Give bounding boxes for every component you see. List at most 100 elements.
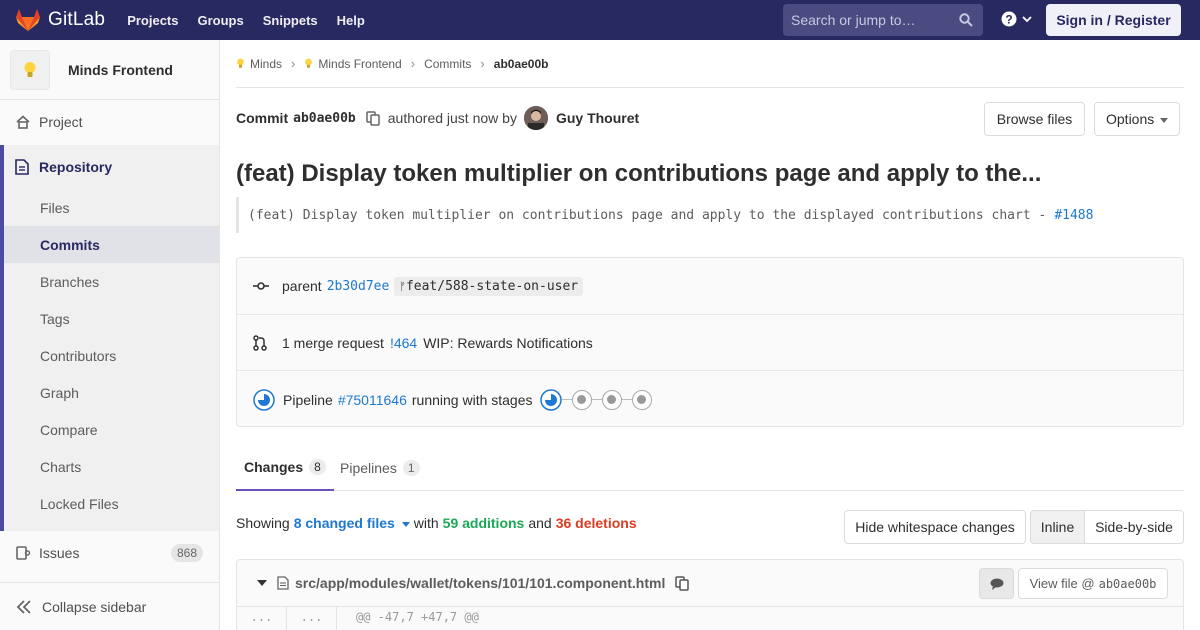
commit-sha: ab0ae00b xyxy=(293,110,356,126)
sidebar-item-charts[interactable]: Charts xyxy=(4,448,219,485)
merge-request-title: WIP: Rewards Notifications xyxy=(423,334,593,351)
stage-running-icon[interactable] xyxy=(539,388,562,411)
nav-snippets[interactable]: Snippets xyxy=(263,13,318,28)
sidebar: Minds Frontend Project Repository Files … xyxy=(0,40,220,630)
chevron-down-icon xyxy=(1022,16,1032,23)
caret-down-icon[interactable] xyxy=(257,580,267,586)
issue-link[interactable]: #1488 xyxy=(1054,208,1093,223)
project-avatar xyxy=(10,49,50,90)
pipeline-row: Pipeline #75011646 running with stages xyxy=(237,371,1183,428)
avatar[interactable] xyxy=(523,106,548,130)
comment-icon xyxy=(990,578,1003,590)
changed-files-dropdown[interactable]: 8 changed files xyxy=(294,515,410,531)
view-file-label: View file @ xyxy=(1029,576,1095,591)
document-icon xyxy=(15,159,29,175)
copy-icon[interactable] xyxy=(366,110,380,126)
question-icon: ? xyxy=(1001,11,1017,27)
tanuki-icon xyxy=(16,9,40,31)
side-by-side-button[interactable]: Side-by-side xyxy=(1084,510,1184,544)
lightbulb-icon xyxy=(24,61,36,77)
showing-text: Showing xyxy=(236,515,290,531)
svg-text:?: ? xyxy=(1005,13,1012,27)
options-label: Options xyxy=(1106,111,1155,127)
inline-view-button[interactable]: Inline xyxy=(1030,510,1085,544)
parent-label: parent xyxy=(282,278,322,294)
breadcrumb-current[interactable]: ab0ae00b xyxy=(494,57,549,71)
issues-icon xyxy=(16,546,31,560)
sign-in-button[interactable]: Sign in / Register xyxy=(1046,4,1181,36)
sidebar-item-files[interactable]: Files xyxy=(4,189,219,226)
options-dropdown[interactable]: Options xyxy=(1094,102,1180,136)
sidebar-item-issues[interactable]: Issues 868 xyxy=(0,531,219,575)
collapse-sidebar-button[interactable]: Collapse sidebar xyxy=(0,582,219,630)
brand-name: GitLab xyxy=(48,9,106,30)
nav-links: Projects Groups Snippets Help xyxy=(127,13,384,28)
sidebar-item-compare[interactable]: Compare xyxy=(4,411,219,448)
main-content: Minds › Minds Frontend › Commits › ab0ae… xyxy=(236,40,1184,630)
branch-tag[interactable]: ᚠfeat/588-state-on-user xyxy=(394,276,584,296)
tab-pipelines[interactable]: Pipelines 1 xyxy=(340,445,420,491)
tab-count: 8 xyxy=(309,459,326,475)
merge-request-icon xyxy=(253,334,267,351)
tab-label: Pipelines xyxy=(340,460,397,476)
search-box[interactable] xyxy=(783,4,983,36)
sidebar-item-repository[interactable]: Repository xyxy=(4,145,219,189)
breadcrumb-separator: › xyxy=(410,56,416,71)
search-input[interactable] xyxy=(791,12,951,28)
with-text: with xyxy=(413,515,439,531)
diff-hunk-line: ... ... @@ -47,7 +47,7 @@ xyxy=(236,607,1184,630)
help-dropdown[interactable]: ? xyxy=(1001,11,1033,27)
breadcrumb-separator: › xyxy=(291,56,296,71)
merge-request-link[interactable]: !464 xyxy=(390,335,417,351)
parent-row: parent 2b30d7ee ᚠfeat/588-state-on-user xyxy=(237,258,1183,315)
tab-changes[interactable]: Changes 8 xyxy=(236,445,334,491)
nav-projects[interactable]: Projects xyxy=(127,13,178,28)
sidebar-item-branches[interactable]: Branches xyxy=(4,263,219,300)
browse-files-button[interactable]: Browse files xyxy=(984,102,1085,136)
sidebar-item-contributors[interactable]: Contributors xyxy=(4,337,219,374)
pipeline-label: Pipeline xyxy=(283,391,333,408)
copy-icon[interactable] xyxy=(675,575,690,591)
description-text: (feat) Display token multiplier on contr… xyxy=(248,207,1047,223)
comment-toggle-button[interactable] xyxy=(979,568,1014,599)
commit-title: (feat) Display token multiplier on contr… xyxy=(236,160,1042,187)
breadcrumb-minds[interactable]: Minds xyxy=(250,57,282,71)
breadcrumb-minds-frontend[interactable]: Minds Frontend xyxy=(318,57,401,71)
stage-pending-icon[interactable] xyxy=(571,389,592,410)
sidebar-item-locked-files[interactable]: Locked Files xyxy=(4,485,219,522)
view-file-button[interactable]: View file @ ab0ae00b xyxy=(1018,568,1168,599)
home-icon xyxy=(16,115,30,129)
hunk-header: @@ -47,7 +47,7 @@ xyxy=(356,610,479,624)
gitlab-logo[interactable]: GitLab xyxy=(16,0,105,40)
parent-sha-link[interactable]: 2b30d7ee xyxy=(327,279,390,294)
sidebar-item-commits[interactable]: Commits xyxy=(4,226,219,263)
file-path[interactable]: src/app/modules/wallet/tokens/101/101.co… xyxy=(295,575,665,591)
nav-help[interactable]: Help xyxy=(337,13,365,28)
stage-pending-icon[interactable] xyxy=(631,389,652,410)
new-line-number[interactable]: ... xyxy=(287,607,337,630)
pipeline-status: running with stages xyxy=(411,391,533,408)
branch-name: feat/588-state-on-user xyxy=(405,278,579,294)
hide-whitespace-button[interactable]: Hide whitespace changes xyxy=(844,510,1026,544)
breadcrumb-separator: › xyxy=(480,56,485,71)
sidebar-item-graph[interactable]: Graph xyxy=(4,374,219,411)
collapse-label: Collapse sidebar xyxy=(42,598,147,615)
commit-icon xyxy=(253,282,269,290)
sidebar-item-project[interactable]: Project xyxy=(0,100,219,144)
stage-pending-icon[interactable] xyxy=(601,389,622,410)
project-header[interactable]: Minds Frontend xyxy=(0,40,219,100)
sidebar-item-tags[interactable]: Tags xyxy=(4,300,219,337)
stage-connector xyxy=(561,399,572,400)
pipeline-running-icon[interactable] xyxy=(253,388,275,411)
stage-connector xyxy=(621,399,632,400)
pipeline-link[interactable]: #75011646 xyxy=(338,392,407,408)
sidebar-item-label: Project xyxy=(39,114,83,130)
lightbulb-icon xyxy=(237,58,244,68)
nav-groups[interactable]: Groups xyxy=(198,13,244,28)
breadcrumb-commits[interactable]: Commits xyxy=(424,57,471,71)
commit-label: Commit xyxy=(236,110,289,126)
old-line-number[interactable]: ... xyxy=(237,607,287,630)
author-name[interactable]: Guy Thouret xyxy=(556,110,639,126)
merge-request-row: 1 merge request !464 WIP: Rewards Notifi… xyxy=(237,315,1183,371)
commit-tabs: Changes 8 Pipelines 1 xyxy=(236,445,1184,491)
